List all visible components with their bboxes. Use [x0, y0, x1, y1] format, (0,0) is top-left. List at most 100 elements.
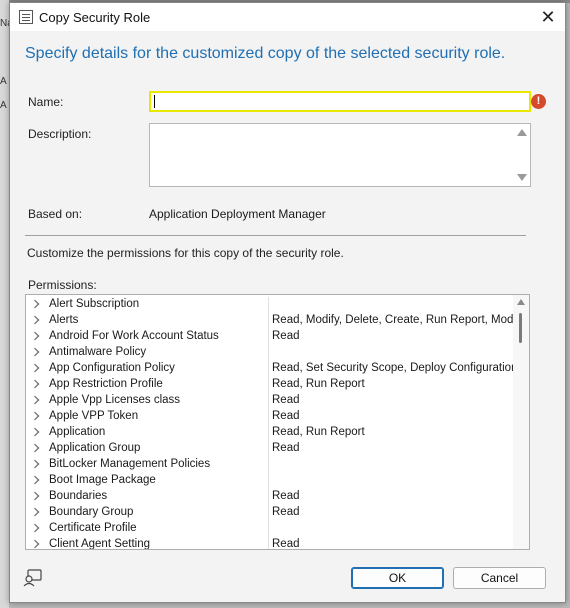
- permission-row[interactable]: Apple VPP Token Read: [26, 409, 514, 425]
- column-divider: [268, 329, 269, 345]
- background-app-sidebar: Na A A: [0, 0, 9, 608]
- permissions-scrollbar[interactable]: [513, 295, 529, 549]
- chevron-right-icon[interactable]: [30, 539, 40, 549]
- permission-name: Boundaries: [49, 490, 108, 502]
- permission-row[interactable]: Application Group Read: [26, 441, 514, 457]
- permission-name: BitLocker Management Policies: [49, 458, 211, 470]
- permission-row[interactable]: Alerts Read, Modify, Delete, Create, Run …: [26, 313, 514, 329]
- permission-name: App Restriction Profile: [49, 378, 163, 390]
- column-divider: [268, 489, 269, 505]
- dialog-window-icon: [19, 10, 33, 24]
- scroll-up-arrow-icon[interactable]: [517, 129, 527, 136]
- permission-name: Antimalware Policy: [49, 346, 147, 358]
- chevron-right-icon[interactable]: [30, 331, 40, 341]
- permission-row[interactable]: Boundaries Read: [26, 489, 514, 505]
- permission-row[interactable]: BitLocker Management Policies: [26, 457, 514, 473]
- column-divider: [268, 457, 269, 473]
- permission-row[interactable]: Android For Work Account Status Read: [26, 329, 514, 345]
- permissions-label: Permissions:: [28, 278, 97, 292]
- name-label: Name:: [28, 95, 64, 109]
- permission-row[interactable]: Apple Vpp Licenses class Read: [26, 393, 514, 409]
- chevron-right-icon[interactable]: [30, 315, 40, 325]
- based-on-value: Application Deployment Manager: [149, 207, 326, 221]
- chevron-right-icon[interactable]: [30, 523, 40, 533]
- chevron-right-icon[interactable]: [30, 507, 40, 517]
- chevron-right-icon[interactable]: [30, 363, 40, 373]
- column-divider: [268, 425, 269, 441]
- chevron-right-icon[interactable]: [30, 299, 40, 309]
- column-divider: [268, 361, 269, 377]
- permission-name: Application: [49, 426, 106, 438]
- permission-name: Alerts: [49, 314, 79, 326]
- chevron-right-icon[interactable]: [30, 395, 40, 405]
- column-divider: [268, 537, 269, 549]
- permission-name: Android For Work Account Status: [49, 330, 219, 342]
- permission-row[interactable]: Boot Image Package: [26, 473, 514, 489]
- text-caret: [154, 95, 155, 108]
- background-row: A: [0, 100, 7, 111]
- chevron-right-icon[interactable]: [30, 459, 40, 469]
- chevron-right-icon[interactable]: [30, 427, 40, 437]
- column-divider: [268, 297, 269, 313]
- permission-row[interactable]: Antimalware Policy: [26, 345, 514, 361]
- column-divider: [268, 521, 269, 537]
- chevron-right-icon[interactable]: [30, 347, 40, 357]
- permission-value: Read, Modify, Delete, Create, Run Report…: [272, 314, 514, 326]
- permission-row[interactable]: Certificate Profile: [26, 521, 514, 537]
- permission-value: Read, Set Security Scope, Deploy Configu…: [272, 362, 514, 374]
- chevron-right-icon[interactable]: [30, 411, 40, 421]
- permission-name: Boot Image Package: [49, 474, 156, 486]
- title-bar: Copy Security Role ✕: [10, 3, 565, 31]
- help-chat-icon[interactable]: [23, 569, 43, 587]
- description-textarea[interactable]: [149, 123, 531, 187]
- permission-value: Read: [272, 506, 300, 518]
- permission-name: Boundary Group: [49, 506, 134, 518]
- permission-value: Read: [272, 442, 300, 454]
- permission-row[interactable]: App Configuration Policy Read, Set Securi…: [26, 361, 514, 377]
- column-divider: [268, 393, 269, 409]
- description-scrollbar[interactable]: [513, 124, 530, 186]
- background-row: Na: [0, 18, 9, 29]
- chevron-right-icon[interactable]: [30, 379, 40, 389]
- chevron-right-icon[interactable]: [30, 491, 40, 501]
- permission-row[interactable]: Boundary Group Read: [26, 505, 514, 521]
- permission-value: Read, Run Report: [272, 426, 365, 438]
- name-input[interactable]: [149, 91, 531, 112]
- copy-security-role-dialog: Copy Security Role ✕ Specify details for…: [9, 2, 566, 603]
- column-divider: [268, 345, 269, 361]
- permission-name: Apple VPP Token: [49, 410, 139, 422]
- permission-name: Client Agent Setting: [49, 538, 151, 550]
- scrollbar-thumb[interactable]: [519, 313, 522, 343]
- cancel-button[interactable]: Cancel: [453, 567, 546, 589]
- scroll-up-arrow-icon[interactable]: [517, 299, 525, 305]
- column-divider: [268, 473, 269, 489]
- column-divider: [268, 505, 269, 521]
- based-on-label: Based on:: [28, 207, 83, 221]
- close-button[interactable]: ✕: [535, 5, 561, 29]
- dialog-title: Copy Security Role: [39, 10, 151, 25]
- page-heading: Specify details for the customized copy …: [25, 45, 506, 62]
- permission-value: Read, Run Report: [272, 378, 365, 390]
- description-label: Description:: [28, 127, 92, 141]
- permission-value: Read: [272, 410, 300, 422]
- background-row: A: [0, 76, 7, 87]
- permission-name: App Configuration Policy: [49, 362, 175, 374]
- chevron-right-icon[interactable]: [30, 475, 40, 485]
- permission-value: Read: [272, 330, 300, 342]
- customize-instructions: Customize the permissions for this copy …: [27, 246, 344, 260]
- column-divider: [268, 377, 269, 393]
- scroll-down-arrow-icon[interactable]: [517, 174, 527, 181]
- separator: [25, 235, 526, 236]
- ok-button[interactable]: OK: [351, 567, 444, 589]
- permission-value: Read: [272, 538, 300, 550]
- chevron-right-icon[interactable]: [30, 443, 40, 453]
- column-divider: [268, 441, 269, 457]
- permission-row[interactable]: Application Read, Run Report: [26, 425, 514, 441]
- permission-row[interactable]: Client Agent Setting Read: [26, 537, 514, 550]
- permissions-list[interactable]: Alert Subscription Alerts Read, Modify, De…: [25, 294, 530, 550]
- permission-name: Application Group: [49, 442, 141, 454]
- permission-row[interactable]: Alert Subscription: [26, 297, 514, 313]
- permission-row[interactable]: App Restriction Profile Read, Run Report: [26, 377, 514, 393]
- permission-name: Certificate Profile: [49, 522, 137, 534]
- error-icon: !: [531, 94, 546, 109]
